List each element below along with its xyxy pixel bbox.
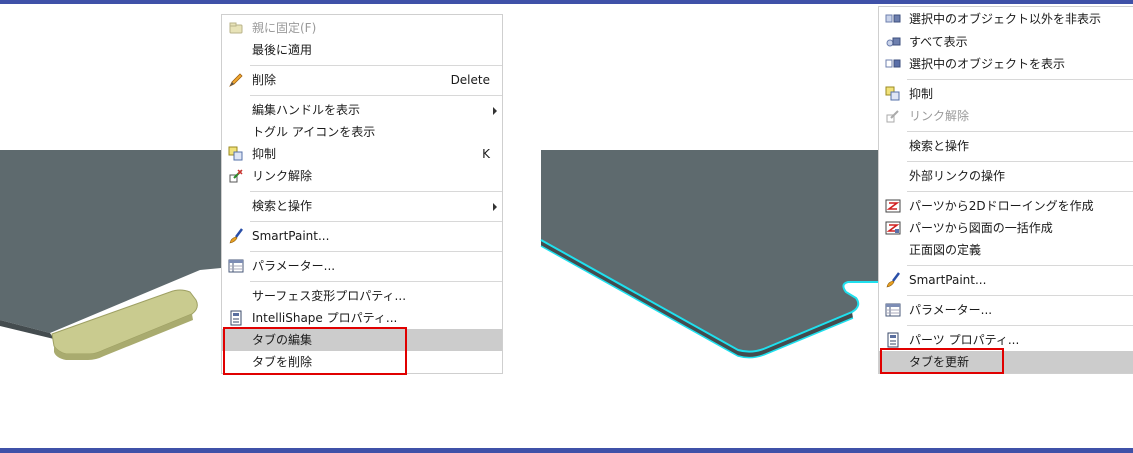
parameters-table-icon [228,258,244,274]
menu-separator [250,95,502,96]
menu-separator [907,191,1133,192]
menu-item-label: 選択中のオブジェクトを表示 [909,57,1066,71]
pencil-eraser-icon [228,72,244,88]
menu-item-apply-last[interactable]: 最後に適用 [222,39,502,61]
menu-item-suppress[interactable]: 抑制 K [222,143,502,165]
menu-item-hide-others[interactable]: 選択中のオブジェクト以外を非表示 [879,8,1133,30]
hide-others-icon [885,11,901,27]
menu-item-shortcut: K [482,147,490,161]
left-context-menu: 親に固定(F) 最後に適用 削除 Delete 編集ハンドルを表示 トグル アイ… [221,14,503,374]
paintbrush-icon [228,228,244,244]
submenu-arrow-icon [493,107,497,115]
menu-separator [250,251,502,252]
menu-item-label: 抑制 [909,87,934,101]
menu-separator [907,325,1133,326]
menu-item-intellishape-properties[interactable]: IntelliShape プロパティ... [222,307,502,329]
menu-item-label: パーツから2Dドローイングを作成 [909,199,1094,213]
menu-item-label: リンク解除 [252,169,313,183]
menu-item-unlink[interactable]: リンク解除 [222,165,502,187]
parameters-table-icon [885,302,901,318]
batch-drawing-icon [885,220,901,236]
right-sheet-part[interactable] [540,150,878,359]
menu-item-search-and-operate[interactable]: 検索と操作 [879,135,1133,157]
menu-item-suppress[interactable]: 抑制 [879,83,1133,105]
callout-box-left [223,327,407,375]
menu-item-parameters[interactable]: パラメーター... [222,255,502,277]
menu-item-label: すべて表示 [909,35,968,49]
menu-item-toggle-icons[interactable]: トグル アイコンを表示 [222,121,502,143]
show-all-icon [885,34,901,50]
menu-item-smartpaint[interactable]: SmartPaint... [222,225,502,247]
bottom-accent-bar [0,448,1133,453]
menu-item-define-front-view[interactable]: 正面図の定義 [879,239,1133,261]
unlink-icon [885,108,901,124]
menu-item-label: パーツ プロパティ... [909,333,1020,347]
menu-item-create-2d-drawing[interactable]: パーツから2Dドローイングを作成 [879,195,1133,217]
right-context-menu: 選択中のオブジェクト以外を非表示 すべて表示 選択中のオブジェクトを表示 抑制 … [878,6,1133,374]
show-selected-icon [885,56,901,72]
menu-item-search-and-operate[interactable]: 検索と操作 [222,195,502,217]
menu-item-label: リンク解除 [909,109,970,123]
menu-item-label: SmartPaint... [252,229,330,243]
menu-item-label: 外部リンクの操作 [909,169,1006,183]
menu-item-shortcut: Delete [450,73,490,87]
menu-separator [250,191,502,192]
menu-separator [907,131,1133,132]
menu-item-label: サーフェス変形プロパティ... [252,289,407,303]
menu-separator [907,265,1133,266]
properties-icon [228,310,244,326]
menu-item-delete[interactable]: 削除 Delete [222,69,502,91]
menu-item-lock-to-parent[interactable]: 親に固定(F) [222,17,502,39]
menu-item-label: 削除 [252,73,277,87]
menu-item-external-links[interactable]: 外部リンクの操作 [879,165,1133,187]
menu-item-smartpaint[interactable]: SmartPaint... [879,269,1133,291]
menu-item-label: 正面図の定義 [909,243,982,257]
menu-separator [250,65,502,66]
unlink-icon [228,168,244,184]
menu-item-label: パラメーター... [909,303,993,317]
menu-item-label: 抑制 [252,147,277,161]
menu-item-label: 最後に適用 [252,43,313,57]
menu-separator [907,79,1133,80]
menu-item-label: 検索と操作 [252,199,313,213]
drawing-2d-icon [885,198,901,214]
menu-item-label: 親に固定(F) [252,21,317,35]
menu-item-batch-drawings[interactable]: パーツから図面の一括作成 [879,217,1133,239]
menu-item-surface-deform-properties[interactable]: サーフェス変形プロパティ... [222,285,502,307]
menu-item-label: トグル アイコンを表示 [252,125,376,139]
menu-item-parameters[interactable]: パラメーター... [879,299,1133,321]
menu-item-unlink[interactable]: リンク解除 [879,105,1133,127]
properties-icon [885,332,901,348]
menu-item-label: 検索と操作 [909,139,970,153]
menu-separator [250,281,502,282]
menu-item-show-edit-handles[interactable]: 編集ハンドルを表示 [222,99,502,121]
menu-separator [907,161,1133,162]
paintbrush-icon [885,272,901,288]
callout-box-right [880,348,1004,374]
menu-item-label: 編集ハンドルを表示 [252,103,361,117]
folder-lock-icon [228,20,244,36]
menu-separator [907,295,1133,296]
suppress-icon [228,146,244,162]
menu-item-show-selected[interactable]: 選択中のオブジェクトを表示 [879,53,1133,75]
submenu-arrow-icon [493,203,497,211]
menu-separator [250,221,502,222]
suppress-icon [885,86,901,102]
menu-item-label: IntelliShape プロパティ... [252,311,398,325]
menu-item-label: 選択中のオブジェクト以外を非表示 [909,12,1102,26]
menu-item-label: SmartPaint... [909,273,987,287]
menu-item-label: パラメーター... [252,259,336,273]
menu-item-show-all[interactable]: すべて表示 [879,31,1133,53]
menu-item-label: パーツから図面の一括作成 [909,221,1053,235]
